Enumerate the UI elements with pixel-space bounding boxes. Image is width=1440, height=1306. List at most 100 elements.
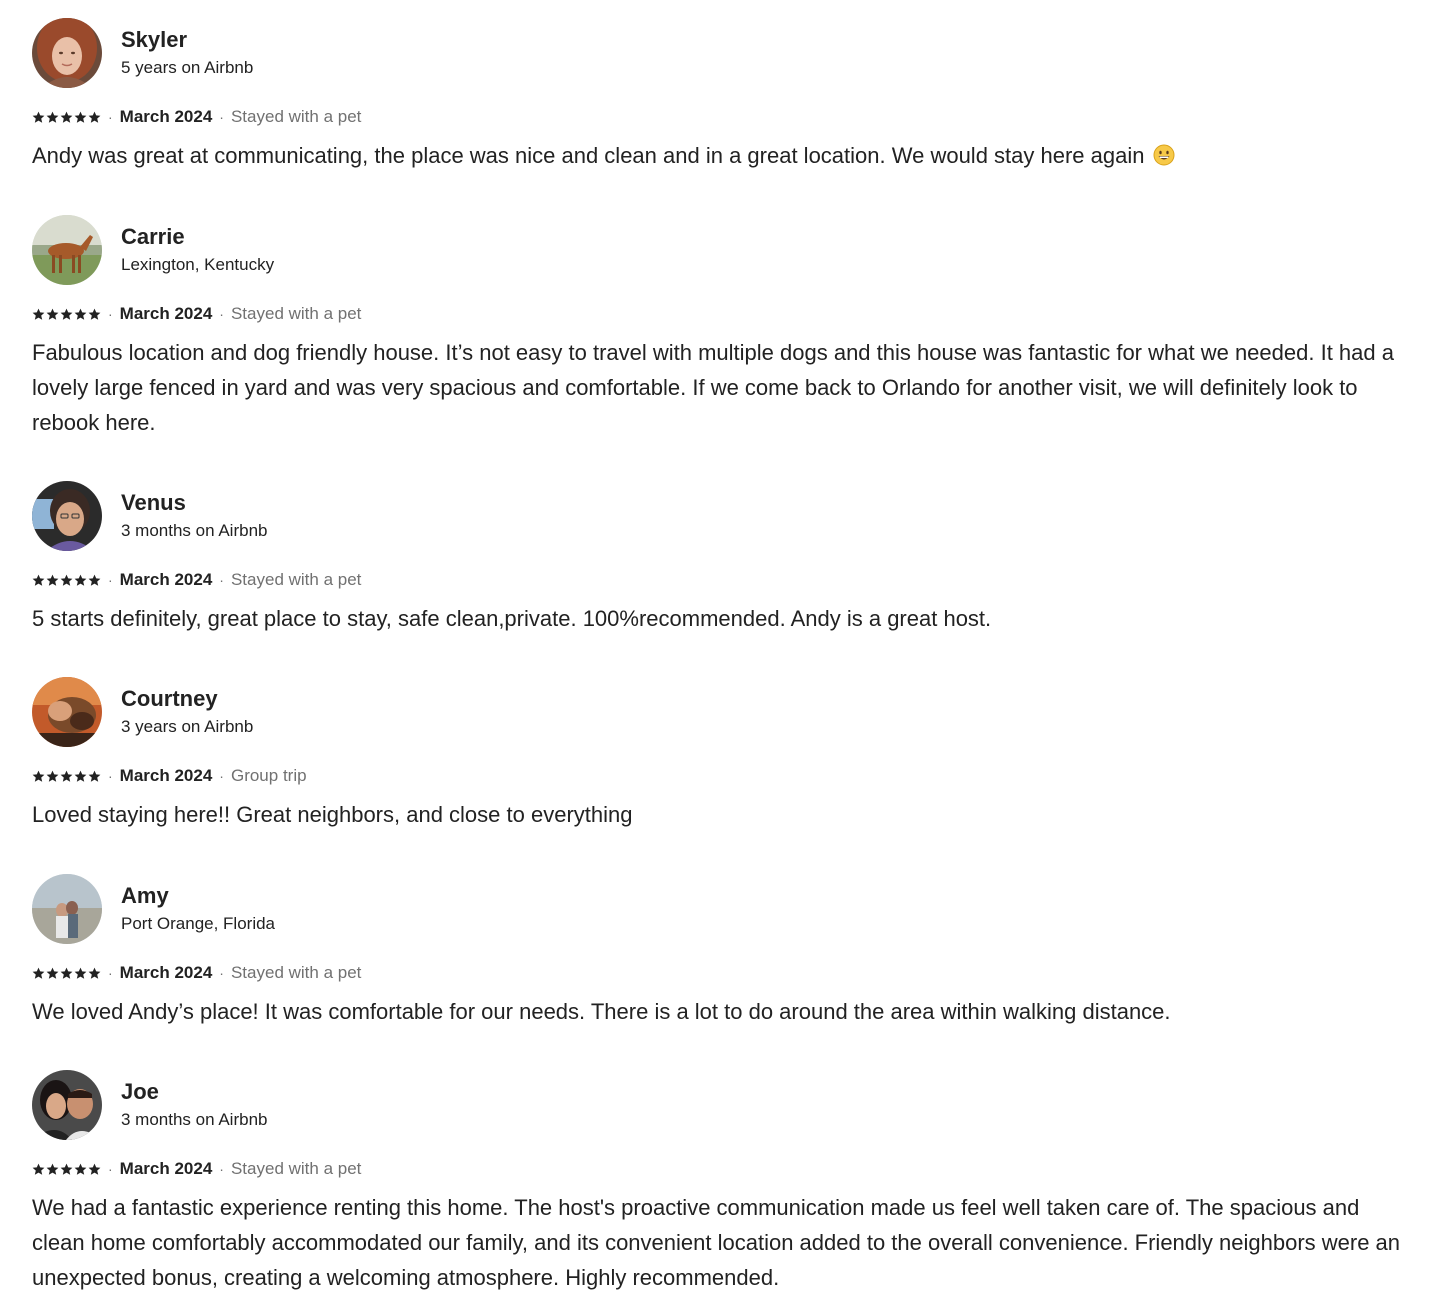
- reviewer-subtitle: 3 years on Airbnb: [121, 717, 254, 736]
- star-icon: [88, 1163, 101, 1175]
- star-rating: [32, 308, 101, 321]
- star-icon: [60, 967, 73, 979]
- review-header: Venus 3 months on Airbnb: [32, 481, 1402, 551]
- trip-type: Stayed with a pet: [230, 1159, 362, 1178]
- review-text: Fabulous location and dog friendly house…: [32, 340, 1394, 435]
- trip-type: Stayed with a pet: [230, 304, 362, 323]
- star-icon: [74, 574, 87, 586]
- star-icon: [32, 770, 45, 782]
- review-date: March 2024: [119, 304, 213, 323]
- trip-type: Stayed with a pet: [230, 570, 362, 589]
- star-icon: [32, 111, 45, 123]
- star-icon: [88, 967, 101, 979]
- separator-dot: ·: [219, 572, 224, 588]
- review-item: Carrie Lexington, Kentucky · March 2024 …: [32, 215, 1402, 440]
- reviewer-name[interactable]: Venus: [121, 490, 267, 516]
- star-icon: [88, 574, 101, 586]
- review-header: Carrie Lexington, Kentucky: [32, 215, 1402, 285]
- grinning-face-emoji-icon: [1153, 141, 1175, 166]
- review-text: Andy was great at communicating, the pla…: [32, 138, 1402, 173]
- star-icon: [46, 111, 59, 123]
- star-icon: [60, 308, 73, 320]
- reviewer-name[interactable]: Skyler: [121, 27, 253, 53]
- star-icon: [88, 308, 101, 320]
- review-text: We had a fantastic experience renting th…: [32, 1195, 1401, 1290]
- review-header: Courtney 3 years on Airbnb: [32, 677, 1402, 747]
- separator-dot: ·: [108, 965, 113, 981]
- separator-dot: ·: [219, 109, 224, 125]
- star-rating: [32, 967, 101, 980]
- star-rating: [32, 770, 101, 783]
- review-item: Venus 3 months on Airbnb · March 2024 · …: [32, 481, 1402, 636]
- avatar[interactable]: [32, 215, 102, 285]
- separator-dot: ·: [219, 965, 224, 981]
- review-date: March 2024: [119, 570, 213, 589]
- star-icon: [46, 770, 59, 782]
- reviewer-subtitle: Port Orange, Florida: [121, 914, 276, 933]
- reviewer-subtitle: 3 months on Airbnb: [121, 1110, 268, 1129]
- star-icon: [74, 1163, 87, 1175]
- star-icon: [46, 967, 59, 979]
- star-icon: [60, 770, 73, 782]
- review-item: Courtney 3 years on Airbnb · March 2024 …: [32, 677, 1402, 832]
- star-icon: [74, 770, 87, 782]
- review-meta: · March 2024 · Stayed with a pet: [32, 303, 1402, 325]
- separator-dot: ·: [108, 306, 113, 322]
- star-icon: [46, 308, 59, 320]
- star-icon: [32, 574, 45, 586]
- avatar[interactable]: [32, 481, 102, 551]
- star-icon: [32, 1163, 45, 1175]
- star-icon: [32, 967, 45, 979]
- review-meta: · March 2024 · Stayed with a pet: [32, 1158, 1402, 1180]
- review-meta: · March 2024 · Stayed with a pet: [32, 962, 1402, 984]
- separator-dot: ·: [108, 572, 113, 588]
- avatar[interactable]: [32, 677, 102, 747]
- reviewer-name[interactable]: Amy: [121, 883, 275, 909]
- trip-type: Stayed with a pet: [230, 963, 362, 982]
- reviewer-subtitle: 3 months on Airbnb: [121, 521, 268, 540]
- reviewer-subtitle: Lexington, Kentucky: [121, 255, 275, 274]
- star-rating: [32, 1163, 101, 1176]
- review-header: Joe 3 months on Airbnb: [32, 1070, 1402, 1140]
- star-icon: [88, 111, 101, 123]
- star-icon: [32, 308, 45, 320]
- reviewer-name[interactable]: Courtney: [121, 686, 253, 712]
- review-header: Amy Port Orange, Florida: [32, 874, 1402, 944]
- star-icon: [74, 308, 87, 320]
- review-item: Joe 3 months on Airbnb · March 2024 · St…: [32, 1070, 1402, 1295]
- trip-type: Group trip: [230, 766, 307, 785]
- review-text: Loved staying here!! Great neighbors, an…: [32, 802, 633, 827]
- separator-dot: ·: [108, 768, 113, 784]
- review-meta: · March 2024 · Stayed with a pet: [32, 569, 1402, 591]
- avatar[interactable]: [32, 1070, 102, 1140]
- review-date: March 2024: [119, 107, 213, 126]
- reviewer-name[interactable]: Joe: [121, 1079, 267, 1105]
- star-icon: [46, 1163, 59, 1175]
- avatar[interactable]: [32, 18, 102, 88]
- separator-dot: ·: [219, 1161, 224, 1177]
- star-icon: [60, 1163, 73, 1175]
- review-item: Skyler 5 years on Airbnb · March 2024 · …: [32, 18, 1402, 173]
- review-meta: · March 2024 · Stayed with a pet: [32, 106, 1402, 128]
- review-date: March 2024: [119, 1159, 213, 1178]
- separator-dot: ·: [219, 306, 224, 322]
- avatar[interactable]: [32, 874, 102, 944]
- review-date: March 2024: [119, 963, 213, 982]
- trip-type: Stayed with a pet: [230, 107, 362, 126]
- reviewer-name[interactable]: Carrie: [121, 224, 274, 250]
- separator-dot: ·: [219, 768, 224, 784]
- star-icon: [88, 770, 101, 782]
- separator-dot: ·: [108, 109, 113, 125]
- review-header: Skyler 5 years on Airbnb: [32, 18, 1402, 88]
- star-icon: [60, 574, 73, 586]
- star-icon: [74, 111, 87, 123]
- star-rating: [32, 574, 101, 587]
- star-icon: [60, 111, 73, 123]
- review-text: We loved Andy’s place! It was comfortabl…: [32, 999, 1171, 1024]
- star-icon: [74, 967, 87, 979]
- review-item: Amy Port Orange, Florida · March 2024 · …: [32, 874, 1402, 1029]
- review-text: 5 starts definitely, great place to stay…: [32, 606, 992, 631]
- separator-dot: ·: [108, 1161, 113, 1177]
- star-rating: [32, 111, 101, 124]
- review-date: March 2024: [119, 766, 213, 785]
